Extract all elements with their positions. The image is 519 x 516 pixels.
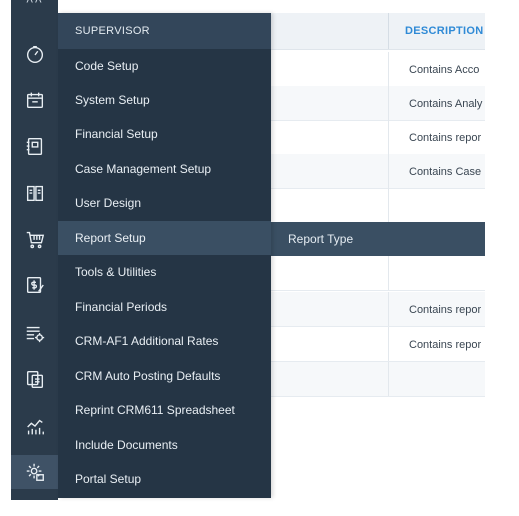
table-cell-description xyxy=(388,256,485,290)
table-cell-description: Contains repor xyxy=(388,327,485,361)
notebook-icon[interactable] xyxy=(11,129,58,163)
table-cell-description: Contains Analy xyxy=(388,86,485,120)
menu-item-include-documents[interactable]: Include Documents xyxy=(58,428,271,462)
menu-header: SUPERVISOR xyxy=(58,13,271,49)
menu-item-system-setup[interactable]: System Setup xyxy=(58,83,271,117)
menu-item-case-management-setup[interactable]: Case Management Setup xyxy=(58,152,271,186)
menu-item-crm-auto-posting-defaults[interactable]: CRM Auto Posting Defaults xyxy=(58,359,271,393)
menu-item-financial-periods[interactable]: Financial Periods xyxy=(58,290,271,324)
menu-item-code-setup[interactable]: Code Setup xyxy=(58,49,271,83)
copy-documents-icon[interactable] xyxy=(11,362,58,396)
menu-item-financial-setup[interactable]: Financial Setup xyxy=(58,117,271,151)
menu-item-report-setup[interactable]: Report Setup xyxy=(58,221,271,255)
supervisor-menu: SUPERVISOR Code Setup System Setup Finan… xyxy=(58,13,271,498)
list-settings-icon[interactable] xyxy=(11,316,58,350)
submenu-item-report-type[interactable]: Report Type xyxy=(288,222,353,256)
description-column-header[interactable]: DESCRIPTION xyxy=(388,13,485,49)
supervisor-settings-icon[interactable] xyxy=(11,455,58,489)
menu-item-portal-setup[interactable]: Portal Setup xyxy=(58,462,271,496)
sidebar-top-partial: ˄˄ xyxy=(11,0,58,7)
billing-edit-icon[interactable] xyxy=(11,268,58,302)
menu-item-user-design[interactable]: User Design xyxy=(58,186,271,220)
table-cell-description: Contains Acco xyxy=(388,52,485,86)
sidebar: ˄˄ xyxy=(11,0,58,500)
shopping-cart-icon[interactable] xyxy=(11,222,58,256)
table-cell-description xyxy=(388,362,485,396)
menu-item-tools-utilities[interactable]: Tools & Utilities xyxy=(58,255,271,289)
table-cell-description xyxy=(388,188,485,222)
calendar-icon[interactable] xyxy=(11,83,58,117)
menu-item-reprint-crm611-spreadsheet[interactable]: Reprint CRM611 Spreadsheet xyxy=(58,393,271,427)
table-cell-description: Contains repor xyxy=(388,292,485,326)
analytics-chart-icon[interactable] xyxy=(11,410,58,444)
table-cell-description: Contains Case xyxy=(388,154,485,188)
library-icon[interactable] xyxy=(11,176,58,210)
menu-item-crm-af1-additional-rates[interactable]: CRM-AF1 Additional Rates xyxy=(58,324,271,358)
dashboard-gauge-icon[interactable] xyxy=(11,37,58,71)
table-cell-description: Contains repor xyxy=(388,120,485,154)
